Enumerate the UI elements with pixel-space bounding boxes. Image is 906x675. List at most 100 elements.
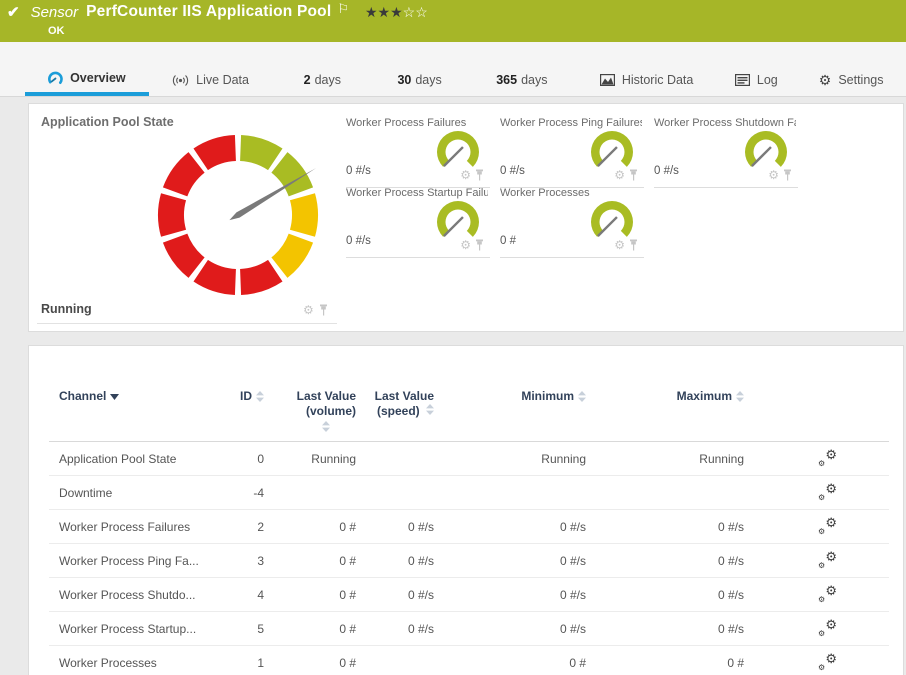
channel-name: Worker Processes [59, 656, 226, 670]
pin-icon[interactable] [783, 169, 792, 181]
last-value-speed: 0 #/s [356, 520, 434, 534]
minimum-value: 0 #/s [434, 588, 586, 602]
gauge-settings-gear-icon[interactable]: ⚙ [614, 239, 625, 251]
divider [37, 323, 337, 324]
divider [654, 187, 798, 188]
table-row: Worker Process Shutdo... 4 0 # 0 #/s 0 #… [49, 578, 889, 612]
maximum-value: 0 #/s [586, 520, 744, 534]
channel-name: Worker Process Startup... [59, 622, 226, 636]
tab-label: Live Data [196, 73, 249, 87]
chart-icon [600, 74, 615, 86]
channel-name: Worker Process Failures [59, 520, 226, 534]
column-header-label: Last Value [375, 389, 434, 403]
channel-settings-icon[interactable]: ⚙⚙ [818, 519, 837, 535]
object-kind-label: Sensor [31, 4, 79, 21]
sort-arrows-icon [578, 391, 586, 402]
column-header-label: (volume) [306, 404, 356, 418]
gauge-settings-gear-icon[interactable]: ⚙ [460, 169, 471, 181]
sort-caret-down-icon [110, 394, 119, 400]
sort-arrows-icon [322, 421, 330, 432]
tab-historic-data[interactable]: Historic Data [577, 64, 717, 96]
tab-day-count: 30 [397, 73, 411, 87]
tab-live-data[interactable]: Live Data [149, 64, 273, 96]
maximum-value: 0 #/s [586, 588, 744, 602]
column-header-id[interactable]: ID [226, 389, 264, 441]
column-header-channel[interactable]: Channel [59, 389, 226, 441]
mini-gauge-panel-worker-process-failures: Worker Process Failures 0 #/s ⚙ [346, 114, 488, 184]
pin-icon[interactable] [629, 239, 638, 251]
pin-icon[interactable] [475, 169, 484, 181]
last-value-speed: 0 #/s [356, 588, 434, 602]
tab-day-count: 365 [496, 73, 517, 87]
gauge-settings-gear-icon[interactable]: ⚙ [614, 169, 625, 181]
gauge-settings-gear-icon[interactable]: ⚙ [768, 169, 779, 181]
channel-id: 3 [226, 554, 264, 568]
table-header-row: Channel ID Last Value (volume) Last Valu… [49, 346, 889, 442]
divider [500, 257, 644, 258]
maximum-value: 0 # [586, 656, 744, 670]
channel-id: 5 [226, 622, 264, 636]
column-header-label: (speed) [377, 404, 420, 418]
pin-icon[interactable] [319, 304, 328, 316]
table-row: Worker Process Startup... 5 0 # 0 #/s 0 … [49, 612, 889, 646]
tab-log[interactable]: Log [716, 64, 796, 96]
table-row: Worker Process Ping Fa... 3 0 # 0 #/s 0 … [49, 544, 889, 578]
column-header-minimum[interactable]: Minimum [434, 389, 586, 441]
gauge-icon [48, 71, 63, 86]
mini-gauge-panel-worker-process-ping-failures: Worker Process Ping Failures 0 #/s ⚙ [500, 114, 642, 184]
channel-settings-icon[interactable]: ⚙⚙ [818, 655, 837, 671]
tab-2-days[interactable]: 2 days [272, 64, 372, 96]
column-header-maximum[interactable]: Maximum [586, 389, 744, 441]
table-row: Worker Process Failures 2 0 # 0 #/s 0 #/… [49, 510, 889, 544]
channel-settings-icon[interactable]: ⚙⚙ [818, 621, 837, 637]
channel-name: Worker Process Shutdo... [59, 588, 226, 602]
tab-label: Overview [70, 71, 126, 85]
channel-settings-icon[interactable]: ⚙⚙ [818, 587, 837, 603]
ok-check-icon: ✔ [7, 3, 20, 21]
channel-id: 1 [226, 656, 264, 670]
tab-bar: Overview Live Data 2 days 30 days 365 da… [0, 42, 906, 97]
gauge-settings-gear-icon[interactable]: ⚙ [460, 239, 471, 251]
channel-settings-icon[interactable]: ⚙⚙ [818, 451, 837, 467]
tab-30-days[interactable]: 30 days [372, 64, 467, 96]
mini-gauge-panel-worker-processes: Worker Processes 0 # ⚙ [500, 184, 642, 254]
column-header-label: ID [240, 389, 252, 403]
column-header-last-value-volume[interactable]: Last Value (volume) [264, 389, 356, 441]
pin-icon[interactable] [475, 239, 484, 251]
channel-table-panel: Channel ID Last Value (volume) Last Valu… [28, 345, 904, 675]
last-value-volume: Running [264, 452, 356, 466]
channel-settings-icon[interactable]: ⚙⚙ [818, 485, 837, 501]
overview-gauges-panel: Application Pool State Running ⚙ Worker … [28, 103, 904, 332]
channel-name: Downtime [59, 486, 226, 500]
channel-id: 0 [226, 452, 264, 466]
channel-id: 4 [226, 588, 264, 602]
channel-settings-icon[interactable]: ⚙⚙ [818, 553, 837, 569]
tab-label: days [315, 73, 341, 87]
column-header-label: Maximum [677, 389, 732, 403]
status-badge: OK [48, 25, 65, 37]
mini-gauge-panel-worker-process-startup-failures: Worker Process Startup Failu... 0 #/s ⚙ [346, 184, 488, 254]
sensor-title: PerfCounter IIS Application Pool [86, 3, 331, 21]
application-pool-state-gauge[interactable] [143, 120, 333, 310]
flag-icon[interactable]: ⚐ [337, 1, 349, 17]
broadcast-icon [172, 74, 189, 87]
last-value-volume: 0 # [264, 588, 356, 602]
last-value-speed: 0 #/s [356, 554, 434, 568]
mini-gauge-value: 0 #/s [500, 165, 525, 177]
table-row: Application Pool State 0 Running Running… [49, 442, 889, 476]
tab-settings[interactable]: ⚙ Settings [796, 64, 906, 96]
log-icon [735, 74, 750, 86]
tab-label: Settings [838, 73, 883, 87]
column-header-last-value-speed[interactable]: Last Value (speed) [356, 389, 434, 441]
priority-star-rating[interactable]: ★★★☆☆ [365, 4, 428, 21]
last-value-volume: 0 # [264, 520, 356, 534]
pin-icon[interactable] [629, 169, 638, 181]
gauge-settings-gear-icon[interactable]: ⚙ [303, 304, 314, 316]
tab-overview[interactable]: Overview [25, 64, 149, 96]
tab-365-days[interactable]: 365 days [467, 64, 577, 96]
gear-icon: ⚙ [819, 73, 832, 87]
mini-gauge-value: 0 # [500, 235, 516, 247]
tab-day-count: 2 [304, 73, 311, 87]
last-value-volume: 0 # [264, 656, 356, 670]
channel-id: -4 [226, 486, 264, 500]
